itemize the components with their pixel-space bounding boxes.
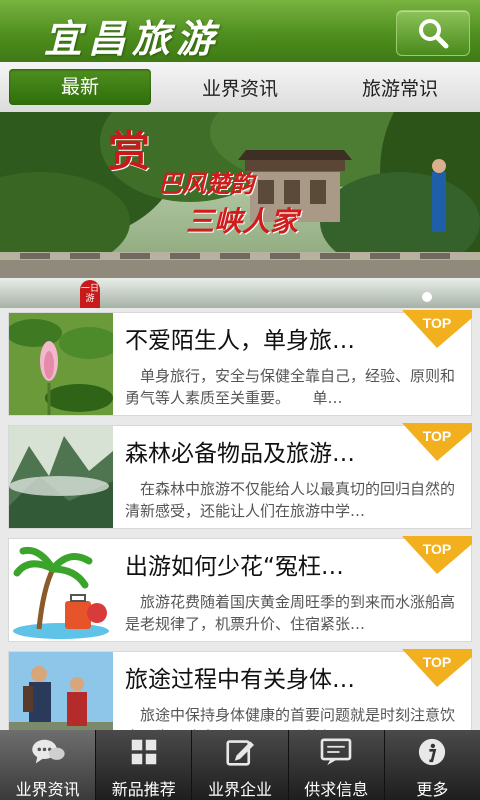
nav-label: 业界企业 (208, 780, 273, 799)
tab-label: 旅游常识 (361, 77, 438, 100)
top-badge-icon: TOP (402, 423, 472, 461)
top-badge-icon: TOP (402, 536, 472, 574)
app-header: 宜昌旅游 (0, 0, 480, 62)
tab-label: 业界资讯 (201, 77, 278, 100)
article-thumbnail (9, 313, 113, 415)
svg-text:TOP: TOP (423, 315, 452, 331)
nav-label: 业界资讯 (15, 780, 80, 799)
tab-industry-news[interactable]: 业界资讯 (160, 62, 320, 112)
nav-supply-demand[interactable]: 供求信息 (287, 730, 384, 800)
list-item[interactable]: 森林必备物品及旅游… 在森林中旅游不仅能给人以最真切的回归自然的清新感受，还能让… (8, 423, 472, 529)
article-thumbnail (9, 426, 113, 528)
list-item[interactable]: 出游如何少花“冤枉… 旅游花费随着国庆黄金周旺季的到来而水涨船高是老规律了，机票… (8, 536, 472, 642)
article-thumbnail (9, 539, 113, 641)
article-summary: 旅游花费随着国庆黄金周旺季的到来而水涨船高是老规律了，机票升价、住宿紧张… (125, 593, 456, 633)
search-button[interactable] (396, 10, 470, 56)
article-title: 不爱陌生人，单身旅… (125, 328, 355, 354)
tab-travel-tips[interactable]: 旅游常识 (320, 62, 480, 112)
message-box-icon (320, 738, 352, 766)
bottom-navigation: 业界资讯 新品推荐 业界企业 供求信息 更多 (0, 730, 480, 800)
article-summary: 单身旅行，安全与保健全靠自己，经验、原则和勇气等人素质至关重要。 单… (125, 367, 456, 407)
list-item[interactable]: 不爱陌生人，单身旅… 单身旅行，安全与保健全靠自己，经验、原则和勇气等人素质至关… (8, 310, 472, 416)
search-icon (419, 19, 449, 49)
banner-big-char: 赏 (108, 127, 151, 176)
nav-more[interactable]: 更多 (383, 730, 480, 800)
banner-slogan-line2: 三峡人家 (186, 205, 299, 238)
svg-text:TOP: TOP (423, 428, 452, 444)
nav-label: 新品推荐 (111, 780, 176, 799)
article-summary: 在森林中旅游不仅能给人以最真切的回归自然的清新感受，还能让人们在旅游中学… (125, 480, 456, 520)
nav-label: 更多 (416, 780, 449, 799)
article-title: 森林必备物品及旅游… (125, 441, 355, 467)
chat-bubbles-icon (31, 739, 65, 764)
category-tabs: 最新 业界资讯 旅游常识 (0, 62, 480, 113)
top-badge-icon: TOP (402, 649, 472, 687)
article-list: 不爱陌生人，单身旅… 单身旅行，安全与保健全靠自己，经验、原则和勇气等人素质至关… (0, 310, 480, 764)
nav-companies[interactable]: 业界企业 (191, 730, 287, 800)
svg-text:TOP: TOP (423, 541, 452, 557)
edit-icon (226, 740, 254, 766)
nav-industry-news[interactable]: 业界资讯 (0, 730, 96, 800)
info-icon (419, 738, 446, 766)
nav-new-products[interactable]: 新品推荐 (95, 730, 191, 800)
banner-page-indicator (422, 292, 432, 302)
banner-seal: 一日游 (80, 280, 100, 308)
article-title: 出游如何少花“冤枉… (125, 554, 344, 580)
app-title: 宜昌旅游 (44, 16, 221, 61)
banner-slogan-line1: 巴风楚韵 (158, 169, 254, 198)
tab-label: 最新 (9, 69, 151, 105)
grid-icon (131, 739, 157, 765)
top-badge-icon: TOP (402, 310, 472, 348)
nav-label: 供求信息 (304, 780, 369, 799)
article-title: 旅途过程中有关身体… (125, 667, 355, 693)
svg-text:TOP: TOP (423, 654, 452, 670)
tab-latest[interactable]: 最新 (0, 62, 160, 112)
